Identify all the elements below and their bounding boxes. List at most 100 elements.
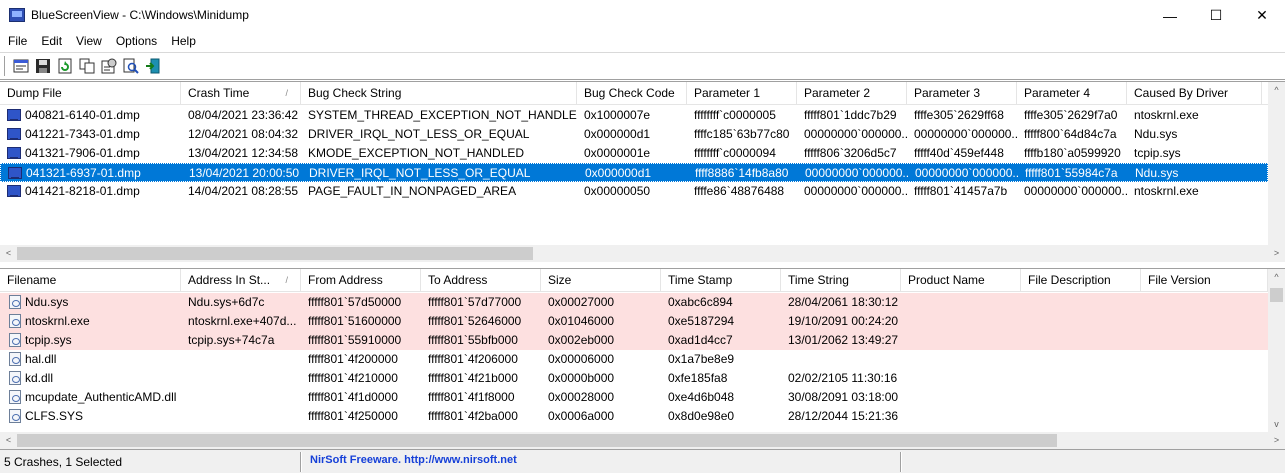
column-bug-check-code[interactable]: Bug Check Code	[577, 82, 687, 105]
window-title: BlueScreenView - C:\Windows\Minidump	[31, 8, 249, 22]
cell-parameter-4: ffffb180`a0599920	[1024, 146, 1121, 160]
column-parameter-1[interactable]: Parameter 1	[687, 82, 797, 105]
cell-time-stamp: 0x1a7be8e9	[668, 352, 735, 366]
scroll-left-arrow-icon[interactable]: <	[0, 245, 17, 262]
crash-row[interactable]: 040821-6140-01.dmp 08/04/2021 23:36:42 SYS…	[0, 106, 1282, 125]
save-button[interactable]	[32, 55, 54, 77]
driver-list-scroll-thumb[interactable]	[17, 434, 1057, 447]
driver-row[interactable]: CLFS.SYS fffff801`4f250000 fffff801`4f2ba0…	[0, 407, 1268, 426]
cell-from-address: fffff801`4f210000	[308, 371, 398, 385]
cell-address-in-stack: ntoskrnl.exe+407d...	[188, 314, 297, 328]
cell-address-in-stack	[181, 369, 301, 388]
cell-to-address: fffff801`55bfb000	[428, 333, 518, 347]
cell-parameter-3: fffff40d`459ef448	[914, 146, 1004, 160]
maximize-button[interactable]: ☐	[1193, 0, 1239, 31]
crash-list[interactable]: Dump File Crash Time / Bug Check String B…	[0, 81, 1285, 262]
report-button[interactable]	[98, 55, 120, 77]
driver-row[interactable]: tcpip.sys tcpip.sys+74c7a fffff801`5591000…	[0, 331, 1268, 350]
cell-time-string: 30/08/2091 03:18:00	[788, 390, 899, 404]
scroll-down-arrow-icon[interactable]: v	[1268, 416, 1285, 433]
cell-crash-time: 13/04/2021 20:00:50	[189, 166, 300, 180]
driver-row[interactable]: hal.dll fffff801`4f200000 fffff801`4f20600…	[0, 350, 1268, 369]
cell-time-stamp: 0xabc6c894	[668, 295, 733, 309]
driver-list[interactable]: Filename Address In St... / From Address …	[0, 268, 1285, 449]
driver-list-horizontal-scrollbar[interactable]: < >	[0, 432, 1285, 449]
cell-from-address: fffff801`57d50000	[308, 295, 402, 309]
column-parameter-2[interactable]: Parameter 2	[797, 82, 907, 105]
refresh-button[interactable]	[54, 55, 76, 77]
refresh-icon	[58, 58, 72, 74]
status-divider	[900, 452, 902, 472]
scroll-up-arrow-icon[interactable]: ^	[1268, 82, 1285, 99]
crash-list-vertical-scrollbar[interactable]: ^	[1268, 82, 1285, 246]
cell-file-version	[1141, 312, 1268, 331]
driver-row[interactable]: mcupdate_AuthenticAMD.dll fffff801`4f1d00…	[0, 388, 1268, 407]
column-file-description[interactable]: File Description	[1021, 269, 1141, 292]
cell-size: 0x01046000	[548, 314, 615, 328]
properties-icon	[13, 59, 29, 73]
scroll-right-arrow-icon[interactable]: >	[1268, 432, 1285, 449]
cell-address-in-stack: Ndu.sys+6d7c	[188, 295, 265, 309]
status-divider	[300, 452, 302, 472]
report-icon	[101, 58, 117, 74]
cell-parameter-3: 00000000`000000...	[915, 166, 1018, 180]
cell-time-stamp: 0xfe185fa8	[668, 371, 728, 385]
crash-row[interactable]: 041421-8218-01.dmp 14/04/2021 08:28:55 PAG…	[0, 182, 1282, 201]
close-button[interactable]: ✕	[1239, 0, 1285, 31]
driver-row[interactable]: Ndu.sys Ndu.sys+6d7c fffff801`57d50000 ffff…	[0, 293, 1268, 312]
properties-button[interactable]	[10, 55, 32, 77]
cell-parameter-1: ffffe86`48876488	[694, 184, 785, 198]
cell-crash-time: 08/04/2021 23:36:42	[188, 108, 299, 122]
crash-row[interactable]: 041321-7906-01.dmp 13/04/2021 12:34:58 KMO…	[0, 144, 1282, 163]
copy-button[interactable]	[76, 55, 98, 77]
cell-bug-check-code: 0x0000001e	[584, 146, 651, 160]
crash-row[interactable]: 041221-7343-01.dmp 12/04/2021 08:04:32 DRI…	[0, 125, 1282, 144]
scroll-right-arrow-icon[interactable]: >	[1268, 245, 1285, 262]
scroll-left-arrow-icon[interactable]: <	[0, 432, 17, 449]
menu-view[interactable]: View	[69, 31, 109, 51]
crash-row[interactable]: 041321-6937-01.dmp 13/04/2021 20:00:50 DRI…	[0, 163, 1283, 182]
column-crash-time[interactable]: Crash Time /	[181, 82, 301, 105]
menu-file[interactable]: File	[0, 31, 34, 51]
column-address-in-stack-label: Address In St...	[188, 273, 271, 287]
cell-parameter-4: fffff801`55984c7a	[1025, 166, 1118, 180]
driver-list-vertical-scrollbar[interactable]: ^ v	[1268, 269, 1285, 433]
driver-row[interactable]: ntoskrnl.exe ntoskrnl.exe+407d... fffff801…	[0, 312, 1268, 331]
crash-list-scroll-thumb[interactable]	[17, 247, 533, 260]
cell-time-string: 02/02/2105 11:30:16	[788, 371, 898, 385]
menu-help[interactable]: Help	[164, 31, 203, 51]
column-bug-check-string[interactable]: Bug Check String	[301, 82, 577, 105]
cell-time-string: 28/04/2061 18:30:12	[788, 295, 899, 309]
cell-filename: Ndu.sys	[25, 295, 69, 309]
driver-list-vscroll-thumb[interactable]	[1270, 288, 1283, 302]
cell-time-string: 28/12/2044 15:21:36	[788, 409, 899, 423]
column-time-stamp[interactable]: Time Stamp	[661, 269, 781, 292]
column-time-string[interactable]: Time String	[781, 269, 901, 292]
column-dump-file[interactable]: Dump File	[0, 82, 181, 105]
column-parameter-4[interactable]: Parameter 4	[1017, 82, 1127, 105]
menu-edit[interactable]: Edit	[34, 31, 69, 51]
column-caused-by-driver[interactable]: Caused By Driver	[1127, 82, 1262, 105]
column-from-address[interactable]: From Address	[301, 269, 421, 292]
cell-file-description	[1021, 312, 1141, 331]
column-file-version[interactable]: File Version	[1141, 269, 1268, 292]
column-address-in-stack[interactable]: Address In St... /	[181, 269, 301, 292]
nirsoft-link[interactable]: NirSoft Freeware. http://www.nirsoft.net	[310, 454, 517, 466]
cell-parameter-4: 00000000`000000...	[1024, 184, 1127, 198]
column-product-name[interactable]: Product Name	[901, 269, 1021, 292]
exit-icon	[146, 58, 160, 74]
column-filename[interactable]: Filename	[0, 269, 181, 292]
column-size[interactable]: Size	[541, 269, 661, 292]
cell-crash-time: 14/04/2021 08:28:55	[188, 184, 299, 198]
find-button[interactable]	[120, 55, 142, 77]
scroll-up-arrow-icon[interactable]: ^	[1268, 269, 1285, 286]
column-parameter-3[interactable]: Parameter 3	[907, 82, 1017, 105]
menu-options[interactable]: Options	[109, 31, 164, 51]
driver-row[interactable]: kd.dll fffff801`4f210000 fffff801`4f21b000…	[0, 369, 1268, 388]
cell-bug-check-string: DRIVER_IRQL_NOT_LESS_OR_EQUAL	[309, 166, 531, 180]
column-to-address[interactable]: To Address	[421, 269, 541, 292]
crash-list-horizontal-scrollbar[interactable]: < >	[0, 245, 1285, 262]
sort-indicator-icon: /	[285, 88, 288, 98]
minimize-button[interactable]: —	[1147, 0, 1193, 31]
exit-button[interactable]	[142, 55, 164, 77]
